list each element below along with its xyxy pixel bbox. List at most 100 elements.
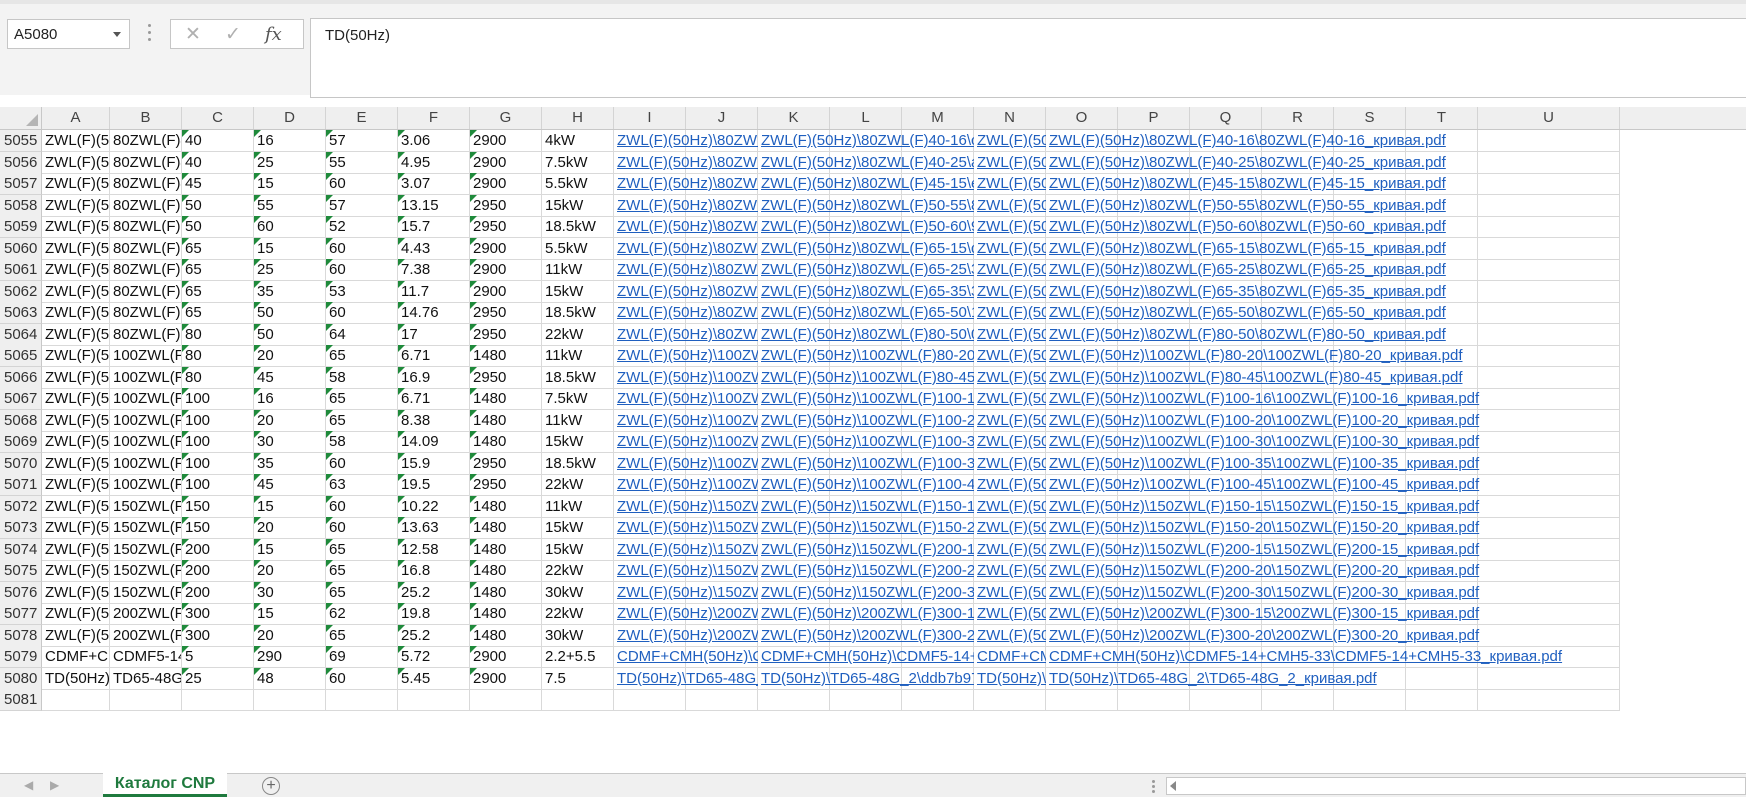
cell-a[interactable]: ZWL(F)(50Hz) [42, 603, 110, 625]
cell-c[interactable]: 65 [182, 302, 254, 324]
cell-b[interactable]: 200ZWL(F)300-15 [110, 603, 182, 625]
hyperlink-k[interactable]: CDMF+CMH(50Hz)\CDMF5-14+C [758, 646, 974, 668]
cell-e[interactable]: 65 [326, 410, 398, 432]
hyperlink-i[interactable]: ZWL(F)(50Hz)\150ZWL(F)200-30\ [614, 582, 758, 604]
cell-h[interactable]: 4kW [542, 130, 614, 152]
hyperlink-k[interactable]: ZWL(F)(50Hz)\100ZWL(F)80-45\c [758, 367, 974, 389]
cell-e[interactable]: 58 [326, 431, 398, 453]
cell-h[interactable]: 7.5kW [542, 152, 614, 174]
hyperlink-n2[interactable]: ZWL(F)(50Hz)\ [974, 302, 1046, 324]
cell-a[interactable]: ZWL(F)(50Hz) [42, 238, 110, 260]
row-header[interactable]: 5074 [0, 539, 42, 561]
cell-h[interactable]: 11kW [542, 410, 614, 432]
cell-d[interactable]: 50 [254, 324, 326, 346]
cell-a[interactable]: ZWL(F)(50Hz) [42, 539, 110, 561]
hyperlink-o[interactable]: ZWL(F)(50Hz)\100ZWL(F)100-20\100ZWL(F)10… [1046, 410, 1746, 432]
cell-e[interactable]: 52 [326, 216, 398, 238]
cell-c[interactable]: 150 [182, 517, 254, 539]
cell-d[interactable]: 30 [254, 431, 326, 453]
cell-g[interactable]: 2900 [470, 668, 542, 690]
hyperlink-i[interactable]: ZWL(F)(50Hz)\100ZWL(F)100-35\ [614, 453, 758, 475]
cell-b[interactable]: 80ZWL(F)65-25 [110, 259, 182, 281]
cell-c[interactable]: 80 [182, 345, 254, 367]
hyperlink-o[interactable]: ZWL(F)(50Hz)\80ZWL(F)50-55\80ZWL(F)50-55… [1046, 195, 1746, 217]
hyperlink-o[interactable]: ZWL(F)(50Hz)\80ZWL(F)65-15\80ZWL(F)65-15… [1046, 238, 1746, 260]
column-header-e[interactable]: E [326, 107, 398, 129]
cell-f[interactable]: 13.15 [398, 195, 470, 217]
hyperlink-k[interactable]: ZWL(F)(50Hz)\100ZWL(F)100-45\ [758, 474, 974, 496]
cell-c[interactable]: 40 [182, 152, 254, 174]
row-header[interactable]: 5078 [0, 625, 42, 647]
column-header-c[interactable]: C [182, 107, 254, 129]
cell-f[interactable]: 5.45 [398, 668, 470, 690]
column-header-t[interactable]: T [1406, 107, 1478, 129]
cell-b[interactable]: 80ZWL(F)50-60 [110, 216, 182, 238]
cell-b[interactable]: CDMF5-14+CMH5-33 [110, 646, 182, 668]
cell-b[interactable]: 80ZWL(F)65-50 [110, 302, 182, 324]
cell-h[interactable]: 7.5 [542, 668, 614, 690]
hyperlink-n2[interactable]: ZWL(F)(50Hz)\ [974, 195, 1046, 217]
hyperlink-n2[interactable]: ZWL(F)(50Hz)\ [974, 173, 1046, 195]
hyperlink-o[interactable]: ZWL(F)(50Hz)\80ZWL(F)40-25\80ZWL(F)40-25… [1046, 152, 1746, 174]
cell-e[interactable]: 60 [326, 668, 398, 690]
chevron-down-icon[interactable] [113, 32, 121, 37]
cell-b[interactable]: TD65-48G_2 [110, 668, 182, 690]
cell-e[interactable]: 63 [326, 474, 398, 496]
hyperlink-i[interactable]: ZWL(F)(50Hz)\150ZWL(F)150-20\ [614, 517, 758, 539]
cell-l[interactable] [830, 689, 902, 711]
cell-f[interactable]: 10.22 [398, 496, 470, 518]
cell-g[interactable]: 2900 [470, 130, 542, 152]
cell-h[interactable]: 5.5kW [542, 238, 614, 260]
cell-g[interactable]: 2950 [470, 474, 542, 496]
cell-h[interactable]: 15kW [542, 539, 614, 561]
cell-m[interactable] [902, 689, 974, 711]
cell-g[interactable]: 2900 [470, 238, 542, 260]
row-header[interactable]: 5061 [0, 259, 42, 281]
cell-c[interactable]: 80 [182, 367, 254, 389]
hyperlink-o[interactable]: ZWL(F)(50Hz)\100ZWL(F)80-20\100ZWL(F)80-… [1046, 345, 1746, 367]
row-header[interactable]: 5062 [0, 281, 42, 303]
cell-d[interactable]: 20 [254, 345, 326, 367]
cell-f[interactable]: 6.71 [398, 388, 470, 410]
cell-f[interactable]: 4.43 [398, 238, 470, 260]
cell-f[interactable]: 7.38 [398, 259, 470, 281]
cell-d[interactable]: 16 [254, 130, 326, 152]
hyperlink-o[interactable]: ZWL(F)(50Hz)\80ZWL(F)50-60\80ZWL(F)50-60… [1046, 216, 1746, 238]
cell-e[interactable]: 69 [326, 646, 398, 668]
hyperlink-i[interactable]: ZWL(F)(50Hz)\80ZWL(F)50-60\ [614, 216, 758, 238]
column-header-a[interactable]: A [42, 107, 110, 129]
cell-e[interactable]: 58 [326, 367, 398, 389]
cell-c[interactable]: 5 [182, 646, 254, 668]
column-header-q[interactable]: Q [1190, 107, 1262, 129]
hyperlink-o[interactable]: ZWL(F)(50Hz)\100ZWL(F)80-45\100ZWL(F)80-… [1046, 367, 1746, 389]
cell-a[interactable]: ZWL(F)(50Hz) [42, 302, 110, 324]
row-header[interactable]: 5056 [0, 152, 42, 174]
column-header-s[interactable]: S [1334, 107, 1406, 129]
cell-e[interactable]: 65 [326, 560, 398, 582]
hyperlink-i[interactable]: ZWL(F)(50Hz)\80ZWL(F)45-15\ [614, 173, 758, 195]
cell-c[interactable]: 65 [182, 281, 254, 303]
cell-h[interactable]: 11kW [542, 345, 614, 367]
cell-e[interactable]: 65 [326, 388, 398, 410]
cell-c[interactable] [182, 689, 254, 711]
more-sheets-icon[interactable] [1152, 780, 1155, 795]
hyperlink-n2[interactable]: ZWL(F)(50Hz)\ [974, 259, 1046, 281]
hyperlink-i[interactable]: ZWL(F)(50Hz)\80ZWL(F)40-25\ [614, 152, 758, 174]
cell-d[interactable]: 55 [254, 195, 326, 217]
column-header-g[interactable]: G [470, 107, 542, 129]
cell-d[interactable]: 45 [254, 474, 326, 496]
cell-f[interactable]: 19.5 [398, 474, 470, 496]
hyperlink-o[interactable]: ZWL(F)(50Hz)\100ZWL(F)100-45\100ZWL(F)10… [1046, 474, 1746, 496]
add-sheet-icon[interactable]: + [262, 777, 280, 795]
hyperlink-k[interactable]: ZWL(F)(50Hz)\80ZWL(F)40-25\ae [758, 152, 974, 174]
hyperlink-n2[interactable]: ZWL(F)(50Hz)\ [974, 388, 1046, 410]
cell-f[interactable]: 15.7 [398, 216, 470, 238]
cell-e[interactable] [326, 689, 398, 711]
cell-c[interactable]: 300 [182, 625, 254, 647]
cell-h[interactable] [542, 689, 614, 711]
prev-sheet-icon[interactable]: ◀ [24, 778, 33, 792]
cell-b[interactable]: 150ZWL(F)200-15 [110, 539, 182, 561]
hyperlink-i[interactable]: ZWL(F)(50Hz)\80ZWL(F)80-50\ [614, 324, 758, 346]
cell-n[interactable] [974, 689, 1046, 711]
hyperlink-i[interactable]: ZWL(F)(50Hz)\150ZWL(F)200-15\ [614, 539, 758, 561]
